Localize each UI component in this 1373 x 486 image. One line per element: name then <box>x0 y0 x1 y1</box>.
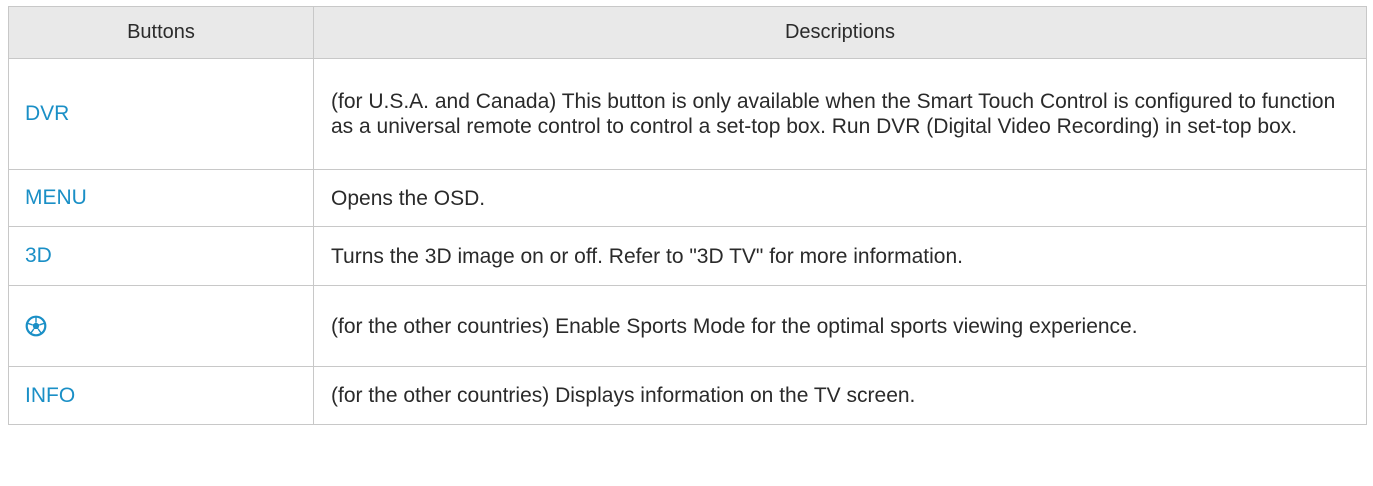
description-3d: Turns the 3D image on or off. Refer to "… <box>313 226 1367 286</box>
button-name-sports <box>8 285 314 367</box>
description-info: (for the other countries) Displays infor… <box>313 366 1367 425</box>
description-sports: (for the other countries) Enable Sports … <box>313 285 1367 367</box>
table-header-row: Buttons Descriptions <box>8 6 1367 59</box>
description-dvr: (for U.S.A. and Canada) This button is o… <box>313 58 1367 170</box>
table-row: 3D Turns the 3D image on or off. Refer t… <box>8 226 1367 286</box>
button-name-dvr: DVR <box>8 58 314 170</box>
description-menu: Opens the OSD. <box>313 169 1367 227</box>
button-name-3d: 3D <box>8 226 314 286</box>
table-row: (for the other countries) Enable Sports … <box>8 285 1367 367</box>
table-row: MENU Opens the OSD. <box>8 169 1367 227</box>
soccer-ball-icon <box>25 315 47 337</box>
header-buttons: Buttons <box>8 6 314 59</box>
buttons-descriptions-table: Buttons Descriptions DVR (for U.S.A. and… <box>8 6 1367 425</box>
table-row: INFO (for the other countries) Displays … <box>8 366 1367 425</box>
table-row: DVR (for U.S.A. and Canada) This button … <box>8 58 1367 170</box>
header-descriptions: Descriptions <box>313 6 1367 59</box>
button-name-menu: MENU <box>8 169 314 227</box>
button-name-info: INFO <box>8 366 314 425</box>
